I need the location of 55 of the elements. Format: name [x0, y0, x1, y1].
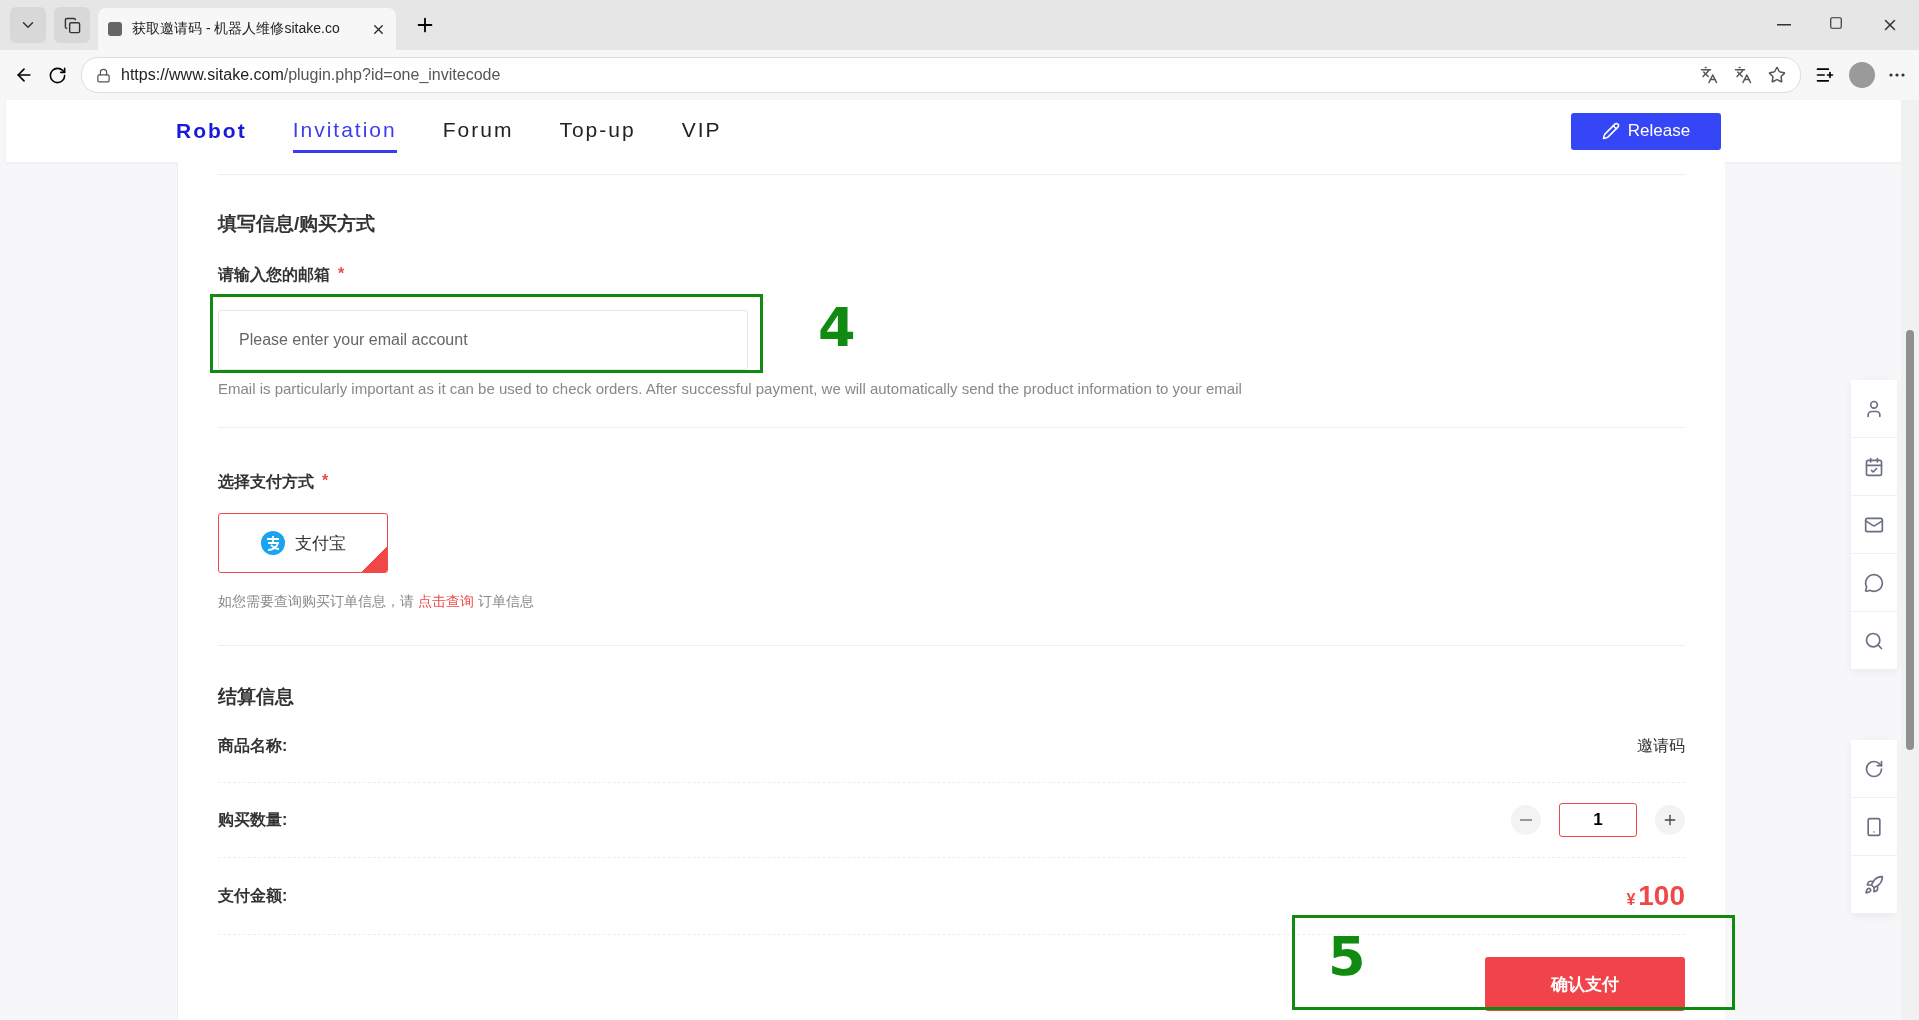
- field-label: 选择支付方式: [218, 472, 314, 492]
- mail-icon[interactable]: [1851, 496, 1897, 554]
- favorites-icon: [1815, 65, 1835, 85]
- required-mark: *: [338, 265, 345, 284]
- query-link[interactable]: 点击查询: [417, 593, 474, 609]
- reload-icon: [48, 65, 67, 85]
- search-icon[interactable]: [1851, 612, 1897, 670]
- field-label: 支付金额:: [218, 885, 288, 906]
- increase-button[interactable]: [1655, 805, 1685, 835]
- nav-tab[interactable]: Forum: [442, 109, 514, 153]
- chat-icon[interactable]: [1851, 554, 1897, 612]
- field-label: 购买数量:: [218, 809, 288, 830]
- user-icon[interactable]: [1851, 380, 1897, 438]
- calendar-icon[interactable]: [1851, 438, 1897, 496]
- scrollbar-thumb[interactable]: [1906, 330, 1914, 750]
- star-icon: [1768, 66, 1786, 84]
- order-query-note: 如您需要查询购买订单信息，请 点击查询 订单信息: [218, 593, 535, 611]
- favicon-icon: [108, 22, 122, 36]
- lock-icon: [96, 67, 111, 83]
- restore-icon: [1829, 16, 1843, 30]
- phone-icon[interactable]: [1851, 798, 1897, 856]
- field-label: 商品名称:: [218, 735, 288, 756]
- minimize-icon[interactable]: [1777, 24, 1791, 26]
- nav-tab[interactable]: VIP: [681, 109, 722, 153]
- tab-title: 获取邀请码 - 机器人维修sitake.co: [132, 20, 340, 38]
- required-mark: *: [322, 472, 329, 491]
- email-field[interactable]: Please enter your email account: [218, 310, 748, 370]
- address-bar[interactable]: https://www.sitake.com/plugin.php?id=one_invitecode: [81, 57, 1801, 93]
- plus-icon: [1662, 812, 1678, 828]
- payment-option[interactable]: 支付宝: [218, 513, 388, 573]
- nav-tab[interactable]: Invitation: [292, 109, 397, 153]
- alipay-icon: [260, 531, 285, 555]
- translate-icon: [1700, 66, 1718, 84]
- profile-avatar[interactable]: [1849, 62, 1875, 88]
- site-logo[interactable]: Robot: [176, 119, 247, 143]
- help-text: Email is particularly important as it can be used to check orders. After successful payment, we will automatically send the product information to your email: [218, 380, 1243, 397]
- product-name: 邀请码: [1637, 735, 1685, 756]
- field-label: 请输入您的邮箱: [218, 265, 330, 285]
- annotation-number: 4: [818, 296, 856, 359]
- browser-tab[interactable]: 获取邀请码 - 机器人维修sitake.co: [98, 8, 396, 50]
- rocket-icon[interactable]: [1851, 856, 1897, 914]
- payment-amount: ¥100: [1626, 880, 1685, 912]
- annotation-number: 5: [1328, 925, 1366, 988]
- copy-icon: [63, 16, 81, 34]
- section-title: 填写信息/购买方式: [218, 212, 377, 236]
- nav-tab[interactable]: Top-up: [559, 109, 636, 153]
- confirm-pay-button[interactable]: 确认支付: [1485, 957, 1685, 1011]
- quantity-field[interactable]: 1: [1559, 803, 1637, 837]
- workspaces-button[interactable]: [54, 7, 90, 43]
- release-button[interactable]: Release: [1571, 112, 1721, 150]
- section-title: 结算信息: [218, 685, 295, 709]
- pencil-icon: [1601, 122, 1620, 140]
- more-icon[interactable]: [1889, 73, 1905, 77]
- minus-icon: [1520, 819, 1532, 821]
- decrease-button[interactable]: [1511, 805, 1541, 835]
